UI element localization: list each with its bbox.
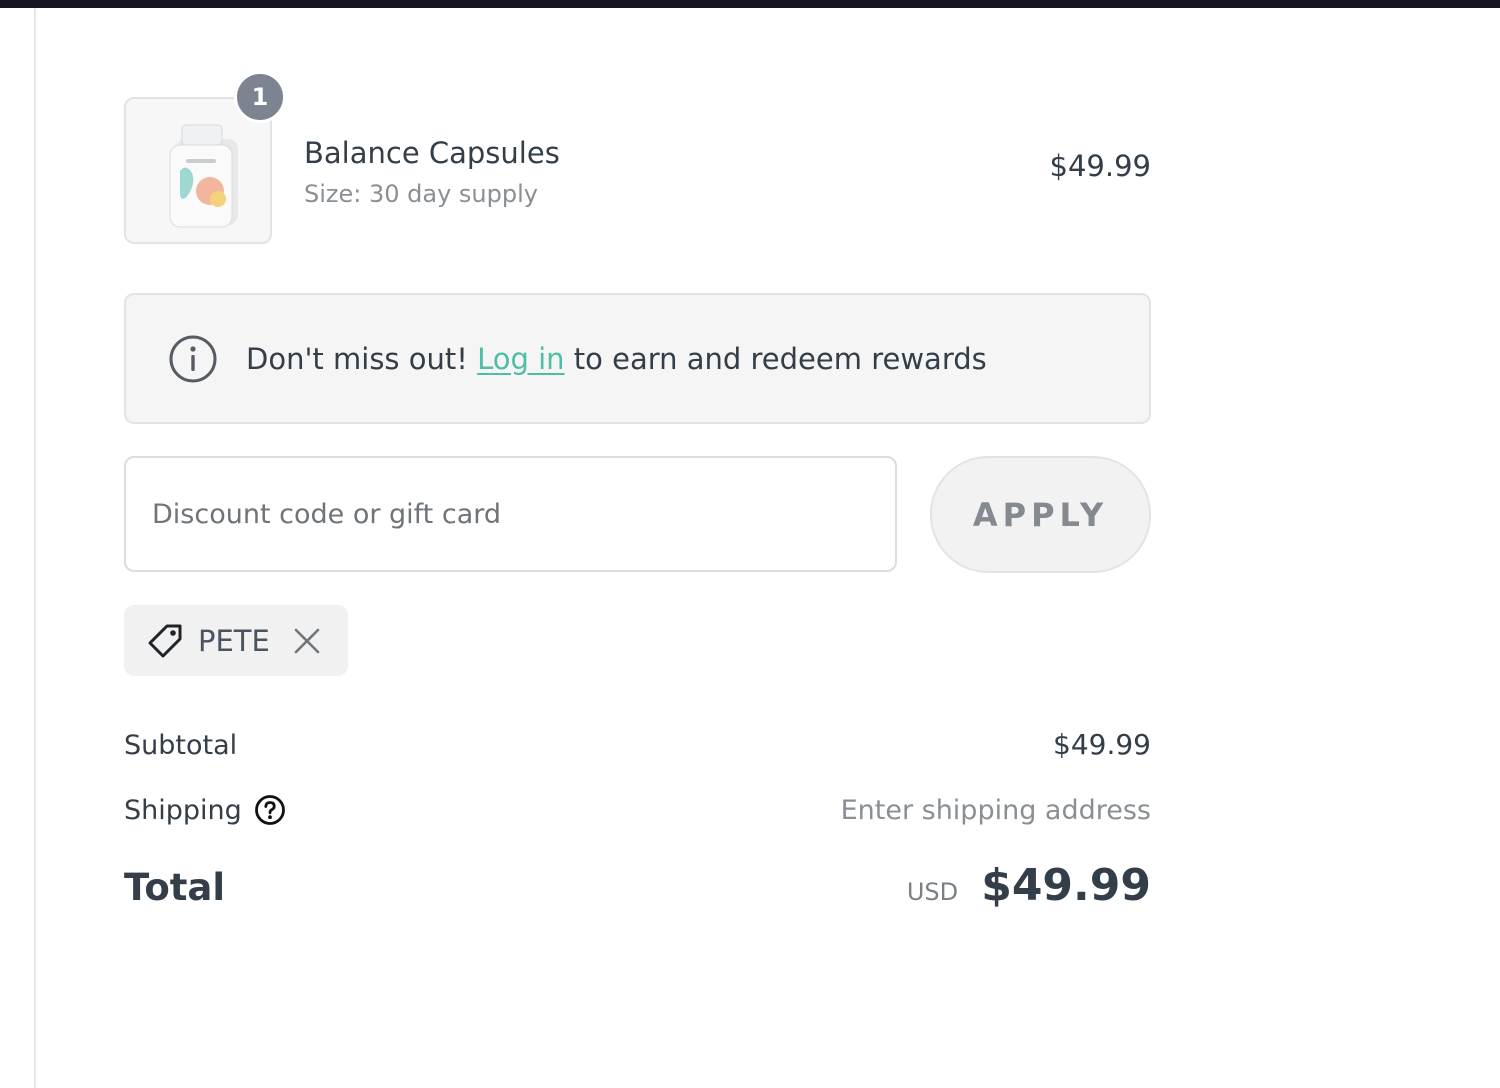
product-price: $49.99 (1049, 149, 1151, 183)
subtotal-label: Subtotal (124, 730, 238, 761)
column-divider (34, 8, 36, 1088)
close-icon[interactable] (292, 626, 322, 656)
total-row: Total USD $49.99 (124, 860, 1151, 911)
discount-code-input[interactable] (124, 456, 897, 572)
info-icon (169, 335, 217, 382)
shipping-label-group: Shipping (124, 794, 286, 826)
top-bar (0, 0, 1500, 8)
quantity-badge: 1 (234, 71, 286, 123)
shipping-row: Shipping Enter shipping address (124, 794, 1151, 826)
shipping-value: Enter shipping address (840, 794, 1151, 826)
applied-discount-tag: PETE (124, 605, 348, 676)
shipping-label: Shipping (124, 794, 242, 826)
total-value-group: USD $49.99 (907, 860, 1151, 911)
total-currency: USD (906, 878, 959, 906)
rewards-prefix: Don't miss out! (246, 341, 468, 376)
total-amount: $49.99 (981, 860, 1151, 911)
rewards-suffix: to earn and redeem rewards (573, 341, 987, 376)
applied-code-label: PETE (198, 623, 270, 658)
rewards-message: Don't miss out! Log in to earn and redee… (246, 342, 987, 376)
subtotal-value: $49.99 (1053, 728, 1151, 761)
subtotal-row: Subtotal $49.99 (124, 728, 1151, 761)
product-name: Balance Capsules (304, 136, 560, 170)
order-summary: 1 Balance Capsules Size: 30 day supply $… (124, 70, 1151, 911)
apply-button[interactable]: APPLY (930, 456, 1151, 573)
login-link[interactable]: Log in (477, 342, 564, 376)
tag-icon (148, 624, 182, 657)
product-variant: Size: 30 day supply (304, 180, 538, 208)
rewards-banner: Don't miss out! Log in to earn and redee… (124, 293, 1151, 424)
total-label: Total (124, 866, 226, 909)
help-icon[interactable] (254, 794, 286, 826)
product-line-item: 1 Balance Capsules Size: 30 day supply $… (124, 70, 1151, 244)
